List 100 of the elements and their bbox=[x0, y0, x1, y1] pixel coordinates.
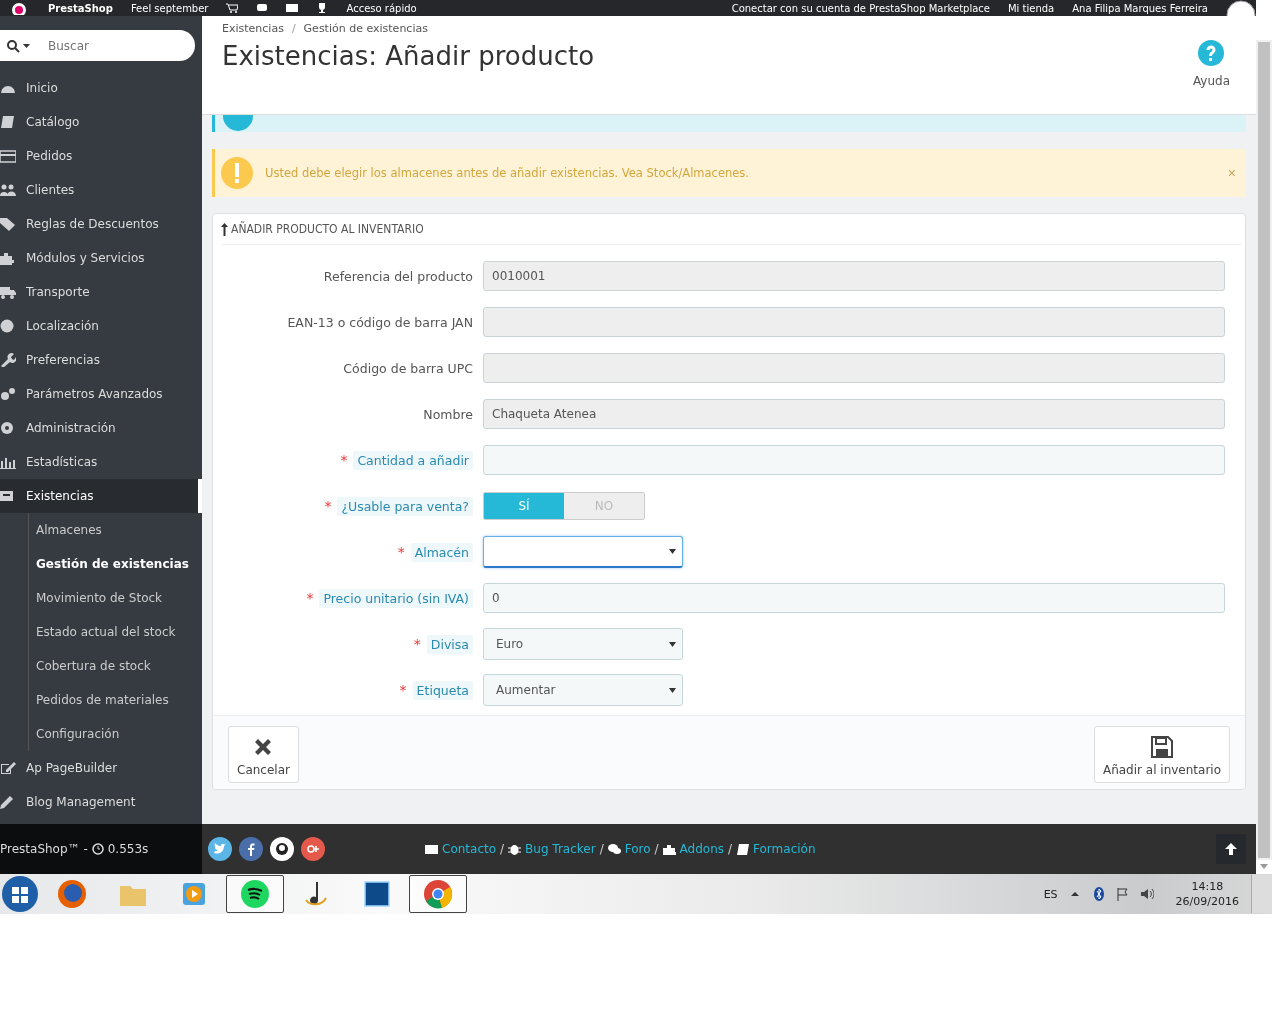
input-field[interactable]: 0 bbox=[483, 583, 1225, 613]
sidebar-subitem[interactable]: Pedidos de materiales bbox=[29, 683, 202, 717]
sidebar-subitem[interactable]: Gestión de existencias bbox=[29, 547, 202, 581]
sidebar-item[interactable]: Estadísticas bbox=[0, 445, 202, 479]
social-link[interactable] bbox=[301, 837, 325, 861]
sidebar-item[interactable]: Preferencias bbox=[0, 343, 202, 377]
taskbar-app[interactable] bbox=[226, 875, 284, 913]
warning-icon bbox=[221, 157, 253, 189]
footer-link[interactable]: Foro bbox=[607, 842, 651, 856]
select-field[interactable]: Euro bbox=[483, 628, 683, 660]
field-label: Nombre bbox=[423, 406, 473, 422]
footer-link[interactable]: Bug Tracker bbox=[508, 842, 596, 856]
sidebar-item[interactable]: Parámetros Avanzados bbox=[0, 377, 202, 411]
sidebar-item[interactable]: Reglas de Descuentos bbox=[0, 207, 202, 241]
firefox-icon bbox=[56, 878, 88, 910]
my-shop-link[interactable]: Mi tienda bbox=[1007, 2, 1055, 14]
wrench-icon bbox=[0, 353, 16, 367]
sidebar-item[interactable]: Administración bbox=[0, 411, 202, 445]
page-title: Existencias: Añadir producto bbox=[222, 41, 596, 71]
book-icon bbox=[0, 115, 16, 129]
twitter-icon bbox=[213, 842, 227, 856]
flag-icon[interactable] bbox=[1115, 887, 1130, 901]
caret-icon bbox=[669, 687, 676, 693]
shop-name: Feel september bbox=[130, 2, 209, 14]
photoshop-icon bbox=[361, 878, 393, 910]
edit-icon bbox=[0, 761, 16, 775]
card-icon bbox=[0, 149, 16, 163]
sidebar-item[interactable]: Catálogo bbox=[0, 105, 202, 139]
caret-icon bbox=[669, 641, 676, 647]
sidebar-subitem[interactable]: Cobertura de stock bbox=[29, 649, 202, 683]
box-icon bbox=[0, 489, 16, 503]
sidebar-subitem[interactable]: Movimiento de Stock bbox=[29, 581, 202, 615]
sidebar-subitem[interactable]: Almacenes bbox=[29, 513, 202, 547]
readonly-field: Chaqueta Atenea bbox=[483, 399, 1225, 429]
sidebar-item[interactable]: Transporte bbox=[0, 275, 202, 309]
footer-link[interactable]: Formación bbox=[736, 842, 816, 856]
warning-message: Usted debe elegir los almacenes antes de añadir existencias. Vea Stock/Almacenes. bbox=[265, 166, 750, 180]
sidebar-item[interactable]: Clientes bbox=[0, 173, 202, 207]
spotify-icon bbox=[239, 878, 271, 910]
pencil-icon bbox=[0, 795, 16, 809]
employee-menu[interactable]: Ana Filipa Marques Ferreira bbox=[1072, 2, 1208, 14]
people-icon bbox=[0, 183, 16, 197]
sidebar-item[interactable]: Módulos y Servicios bbox=[0, 241, 202, 275]
social-link[interactable] bbox=[239, 837, 263, 861]
save-button[interactable]: Añadir al inventario bbox=[1093, 726, 1230, 783]
panel-title: AÑADIR PRODUCTO AL INVENTARIO bbox=[231, 222, 424, 236]
select-field[interactable] bbox=[483, 536, 683, 568]
readonly-field: 0010001 bbox=[483, 261, 1225, 291]
avatar-icon[interactable] bbox=[1226, 0, 1256, 16]
search-field[interactable]: Buscar bbox=[0, 30, 195, 61]
field-label: Almacén bbox=[410, 542, 473, 562]
field-label: ¿Usable para venta? bbox=[337, 496, 473, 516]
bluetooth-icon[interactable] bbox=[1091, 887, 1106, 901]
up-arrow-icon bbox=[1224, 842, 1238, 856]
input-field[interactable] bbox=[483, 445, 1225, 475]
required-mark: * bbox=[413, 636, 421, 652]
field-label: Código de barra UPC bbox=[343, 360, 473, 376]
scroll-top-button[interactable] bbox=[1216, 834, 1246, 864]
footer-link[interactable]: Addons bbox=[662, 842, 724, 856]
help-button[interactable]: Ayuda bbox=[1186, 16, 1236, 114]
language-indicator[interactable]: ES bbox=[1043, 887, 1058, 901]
breadcrumb-link[interactable]: Existencias bbox=[222, 22, 284, 35]
field-label: Precio unitario (sin IVA) bbox=[319, 588, 473, 608]
link-separator: / bbox=[599, 842, 604, 856]
load-time: 0.553s bbox=[107, 842, 149, 856]
scroll-down-arrow-icon bbox=[1260, 863, 1268, 869]
link-separator: / bbox=[500, 842, 505, 856]
start-orb-icon[interactable] bbox=[1, 875, 39, 913]
sidebar-item[interactable]: Existencias bbox=[0, 479, 202, 513]
sidebar-item[interactable]: Localización bbox=[0, 309, 202, 343]
brand-name: PrestaShop bbox=[48, 2, 113, 14]
sidebar-item[interactable]: Pedidos bbox=[0, 139, 202, 173]
required-mark: * bbox=[397, 544, 405, 560]
speaker-icon[interactable] bbox=[1139, 887, 1154, 901]
sidebar-subitem[interactable]: Configuración bbox=[29, 717, 202, 751]
breadcrumb-link[interactable]: Gestión de existencias bbox=[303, 22, 428, 35]
footer-link[interactable]: Contacto bbox=[425, 842, 497, 856]
up-arrow-icon bbox=[221, 222, 228, 236]
field-label: Cantidad a añadir bbox=[353, 450, 473, 470]
social-link[interactable] bbox=[208, 837, 232, 861]
chrome-icon bbox=[422, 878, 454, 910]
required-mark: * bbox=[340, 452, 348, 468]
sidebar-item[interactable]: Inicio bbox=[0, 71, 202, 105]
footer-brand: PrestaShop™ - bbox=[0, 842, 88, 856]
clock[interactable]: 14:18 26/09/2016 bbox=[1175, 880, 1239, 908]
cart-icon[interactable] bbox=[226, 3, 239, 13]
select-field[interactable]: Aumentar bbox=[483, 674, 683, 706]
quick-access-link[interactable]: Acceso rápido bbox=[346, 2, 417, 14]
cancel-button[interactable]: Cancelar bbox=[228, 726, 299, 783]
marketplace-link[interactable]: Conectar con su cuenta de PrestaShop Marketplace bbox=[731, 2, 990, 14]
taskbar-app[interactable] bbox=[409, 875, 467, 913]
field-label: Divisa bbox=[426, 634, 473, 654]
sidebar-item[interactable]: Blog Management bbox=[0, 785, 202, 819]
social-link[interactable] bbox=[270, 837, 294, 861]
book-icon bbox=[736, 843, 750, 855]
field-label: Etiqueta bbox=[412, 680, 473, 700]
sidebar-item[interactable]: Ap PageBuilder bbox=[0, 751, 202, 785]
bar-chart-icon bbox=[0, 455, 16, 469]
search-input[interactable]: Buscar bbox=[46, 37, 180, 54]
sidebar-subitem[interactable]: Estado actual del stock bbox=[29, 615, 202, 649]
